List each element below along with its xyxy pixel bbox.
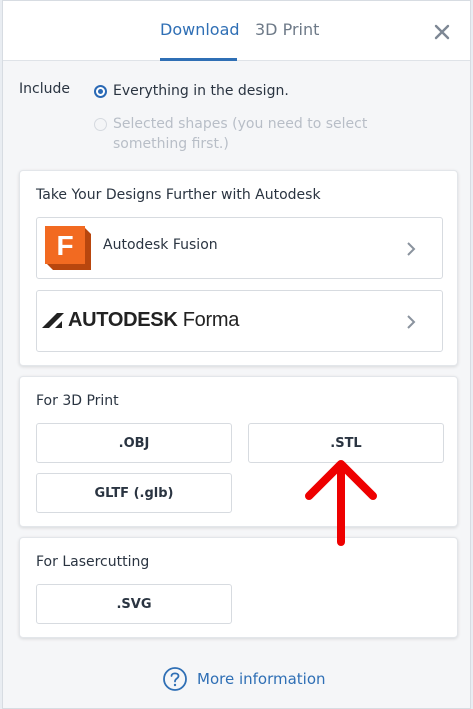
radio-selected-shapes-label: Selected shapes (you need to select some…	[113, 116, 368, 152]
fusion-logo-icon: F	[45, 226, 91, 270]
chevron-right-icon	[407, 242, 416, 256]
tab-bar: Download 3D Print	[3, 1, 470, 61]
print-card: For 3D Print .OBJ .STL GLTF (.glb)	[19, 376, 458, 527]
autodesk-fusion-label: Autodesk Fusion	[103, 237, 218, 253]
tab-download[interactable]: Download	[160, 19, 240, 41]
autodesk-forma-wordmark: AUTODESK Forma	[68, 307, 239, 333]
autodesk-card-title: Take Your Designs Further with Autodesk	[36, 187, 321, 203]
radio-everything[interactable]	[94, 85, 107, 98]
obj-button[interactable]: .OBJ	[36, 423, 232, 463]
red-arrow-annotation	[305, 460, 377, 546]
close-icon[interactable]	[433, 23, 451, 41]
include-label: Include	[19, 81, 70, 97]
more-information-label: More information	[197, 670, 326, 688]
stl-button[interactable]: .STL	[248, 423, 444, 463]
autodesk-forma-button[interactable]: AUTODESK Forma	[36, 290, 443, 352]
gltf-button[interactable]: GLTF (.glb)	[36, 473, 232, 513]
autodesk-fusion-button[interactable]: F Autodesk Fusion	[36, 217, 443, 279]
autodesk-a-logo-icon	[42, 313, 64, 328]
print-card-title: For 3D Print	[36, 393, 119, 409]
tab-3d-print[interactable]: 3D Print	[255, 19, 319, 41]
laser-card: For Lasercutting .SVG	[19, 537, 458, 638]
autodesk-brand-text: AUTODESK	[68, 309, 178, 331]
radio-everything-label[interactable]: Everything in the design.	[113, 81, 289, 101]
forma-product-text: Forma	[182, 309, 240, 331]
autodesk-card: Take Your Designs Further with Autodesk …	[19, 170, 458, 366]
chevron-right-icon	[407, 315, 416, 329]
active-tab-indicator	[160, 58, 237, 61]
download-dialog: Download 3D Print Include Everything in …	[2, 0, 471, 709]
fusion-logo-letter: F	[56, 230, 73, 261]
help-circle-icon	[163, 667, 187, 691]
radio-selected-shapes	[94, 118, 107, 131]
laser-card-title: For Lasercutting	[36, 554, 150, 570]
svg-button[interactable]: .SVG	[36, 584, 232, 624]
